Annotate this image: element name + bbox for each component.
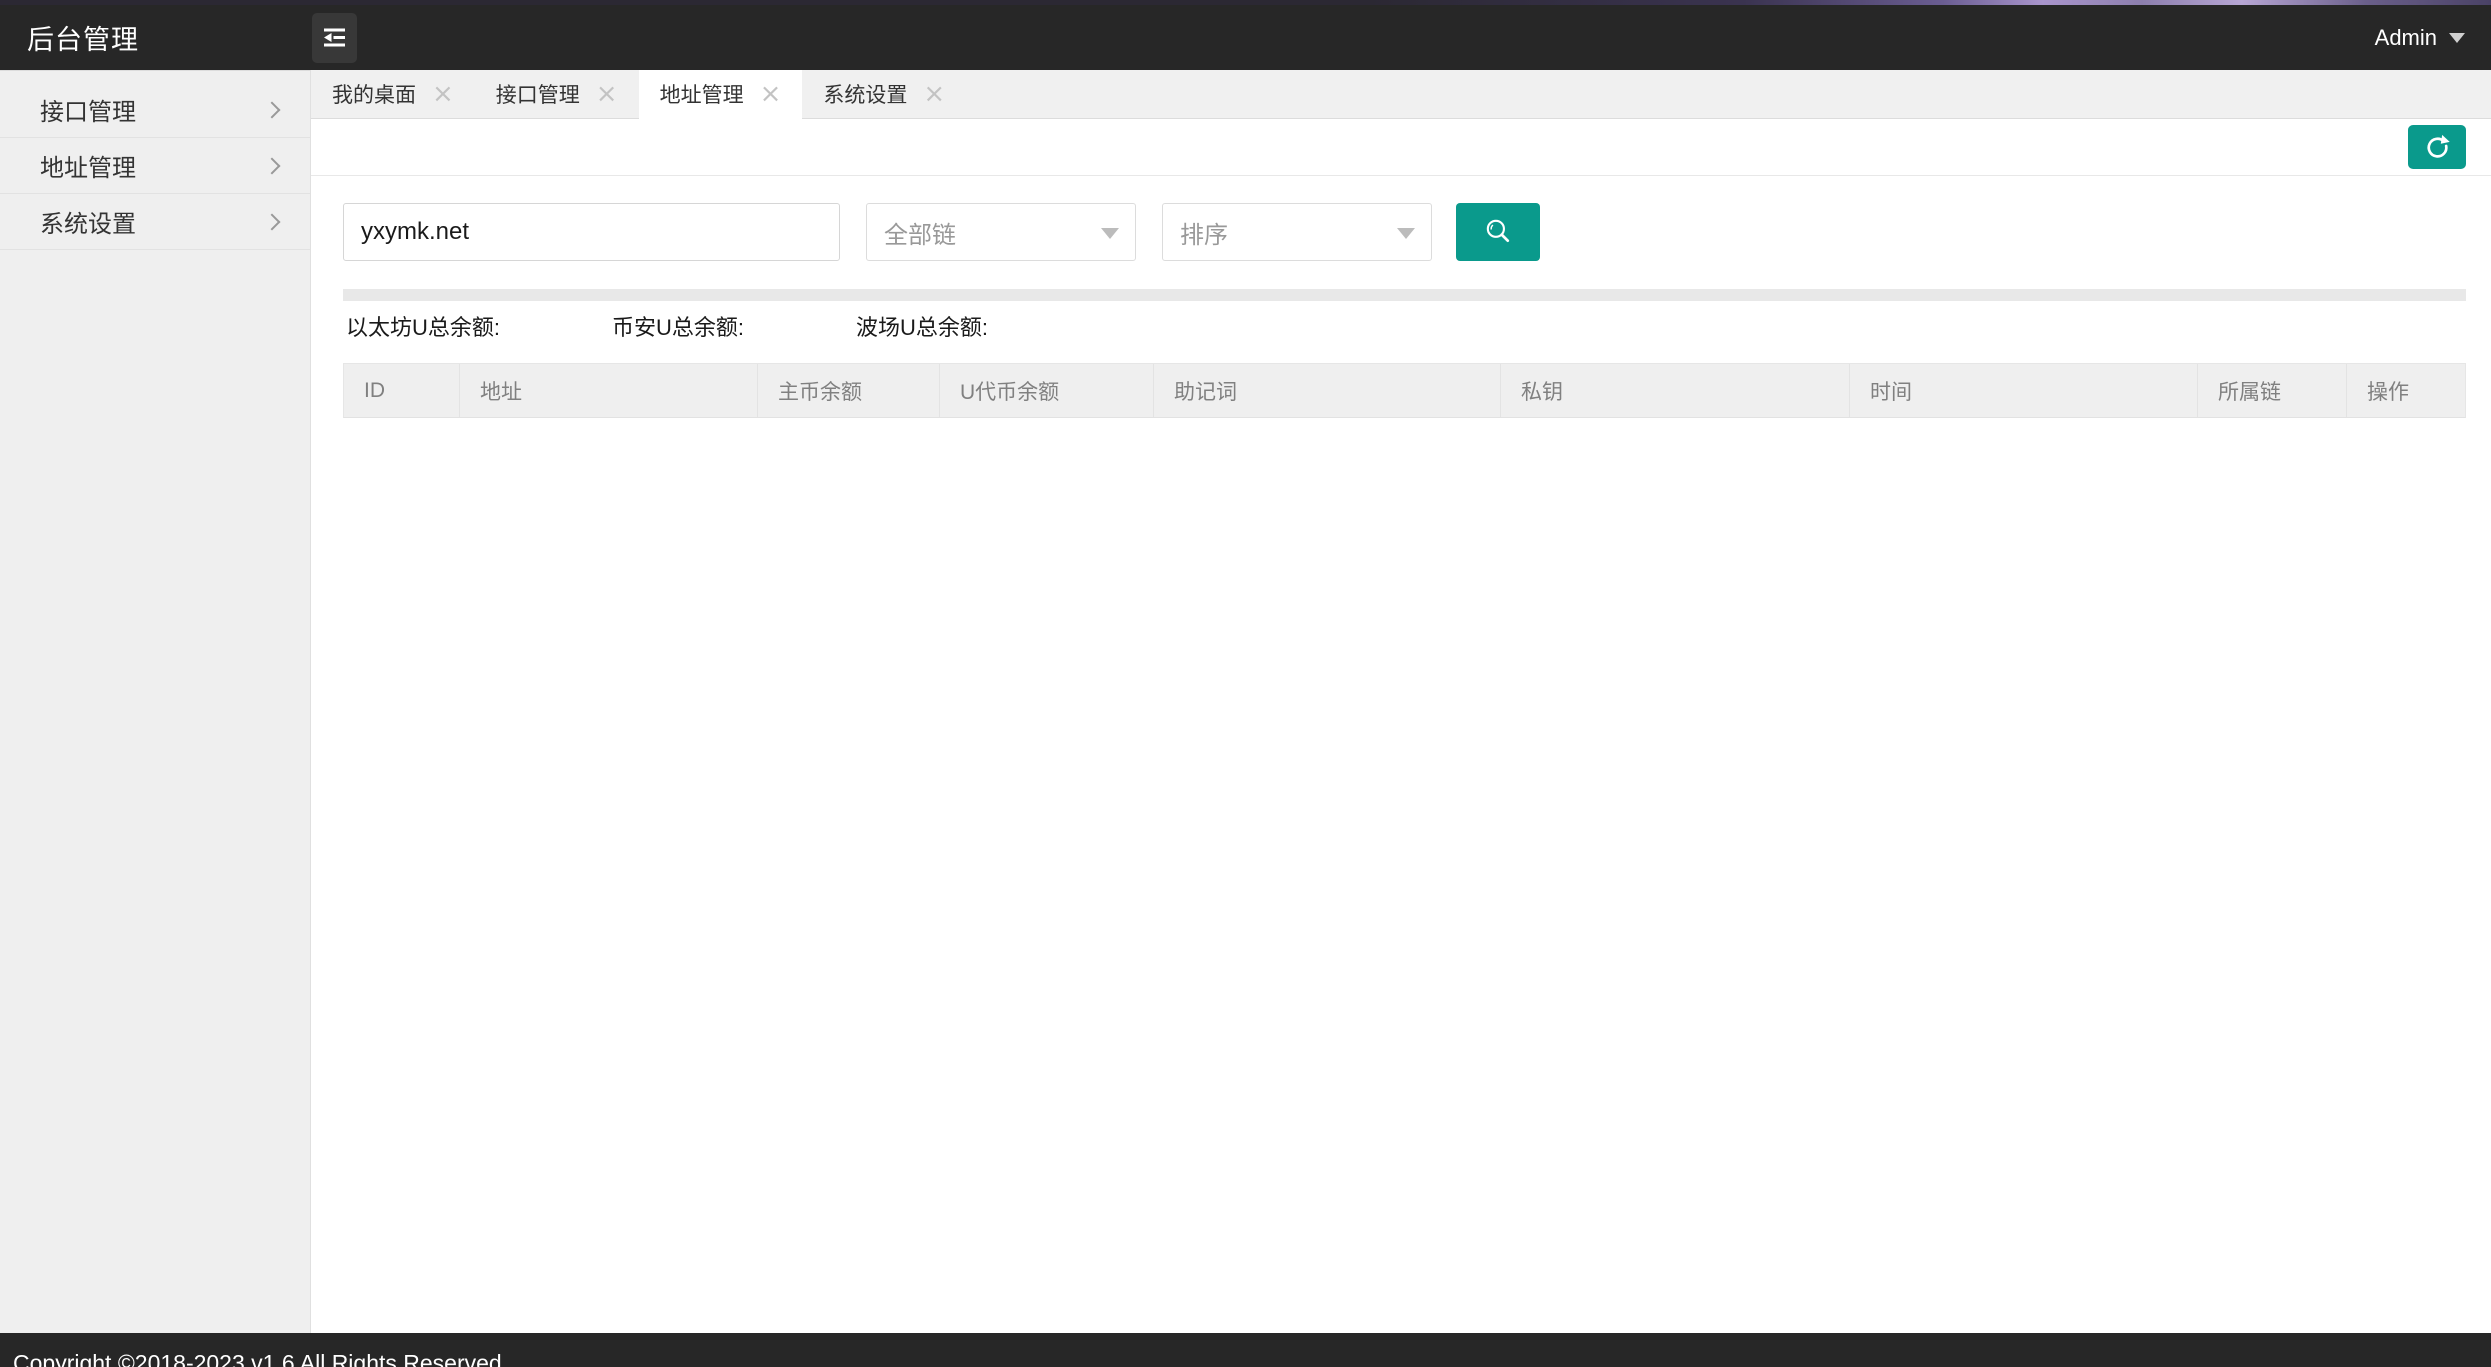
column-header-address: 地址 xyxy=(460,364,758,417)
copyright-text: Copyright ©2018-2023 v1.6 All Rights Res… xyxy=(0,1333,2491,1367)
table-header-row: ID 地址 主币余额 U代币余额 助记词 私钥 时间 所属链 操作 xyxy=(344,364,2465,417)
eth-balance-label: 以太坊U总余额: xyxy=(346,310,500,342)
refresh-button[interactable] xyxy=(2408,125,2466,169)
column-header-private-key: 私钥 xyxy=(1501,364,1850,417)
column-header-chain: 所属链 xyxy=(2198,364,2347,417)
column-header-id: ID xyxy=(344,364,460,417)
app-header: 后台管理 Admin xyxy=(0,5,2491,70)
balance-summary: 以太坊U总余额: 币安U总余额: 波场U总余额: xyxy=(346,310,2466,342)
tab-label: 我的桌面 xyxy=(332,79,416,109)
caret-down-icon xyxy=(1397,228,1415,239)
close-icon[interactable]: × xyxy=(432,81,454,107)
close-icon[interactable]: × xyxy=(760,81,782,107)
app-title: 后台管理 xyxy=(0,18,311,57)
sidebar-item-label: 地址管理 xyxy=(40,148,136,183)
sidebar-item-label: 系统设置 xyxy=(40,204,136,239)
sidebar-item-interface-management[interactable]: 接口管理 xyxy=(0,82,310,138)
content-toolbar xyxy=(311,119,2491,176)
close-icon[interactable]: × xyxy=(923,81,945,107)
sidebar-item-label: 接口管理 xyxy=(40,92,136,127)
app-footer: Copyright ©2018-2023 v1.6 All Rights Res… xyxy=(0,1333,2491,1367)
magnifier-icon xyxy=(1480,214,1516,250)
page-content: 全部链 排序 xyxy=(311,119,2491,1333)
right-column: 我的桌面 × 接口管理 × 地址管理 × 系统设置 × xyxy=(311,70,2491,1333)
tron-balance-value xyxy=(994,310,1004,342)
column-header-main-balance: 主币余额 xyxy=(758,364,940,417)
sidebar-item-address-management[interactable]: 地址管理 xyxy=(0,138,310,194)
chevron-right-icon xyxy=(264,213,281,230)
column-header-u-token-balance: U代币余额 xyxy=(940,364,1154,417)
tab-interface-management[interactable]: 接口管理 × xyxy=(475,70,639,119)
indent-collapse-icon xyxy=(321,24,348,51)
close-icon[interactable]: × xyxy=(596,81,618,107)
tab-label: 系统设置 xyxy=(823,79,907,109)
tab-label: 地址管理 xyxy=(660,79,744,109)
chain-select-value: 全部链 xyxy=(884,215,956,250)
sort-select[interactable]: 排序 xyxy=(1162,203,1432,261)
refresh-icon xyxy=(2422,132,2453,163)
tron-balance-label: 波场U总余额: xyxy=(856,310,988,342)
filter-row: 全部链 排序 xyxy=(343,203,2466,261)
bsc-balance-value xyxy=(750,310,760,342)
user-menu[interactable]: Admin xyxy=(2375,25,2465,51)
sort-select-value: 排序 xyxy=(1180,215,1228,250)
column-header-operation: 操作 xyxy=(2347,364,2465,417)
tab-address-management[interactable]: 地址管理 × xyxy=(639,70,803,119)
bsc-balance: 币安U总余额: xyxy=(612,310,760,342)
bsc-balance-label: 币安U总余额: xyxy=(612,310,744,342)
search-button[interactable] xyxy=(1456,203,1540,261)
main-area: 接口管理 地址管理 系统设置 我的桌面 × 接口管理 × 地址管理 × xyxy=(0,70,2491,1333)
chevron-right-icon xyxy=(264,101,281,118)
tab-label: 接口管理 xyxy=(496,79,580,109)
tron-balance: 波场U总余额: xyxy=(856,310,1004,342)
eth-balance: 以太坊U总余额: xyxy=(346,310,516,342)
tab-my-desktop[interactable]: 我的桌面 × xyxy=(311,70,475,119)
tab-bar: 我的桌面 × 接口管理 × 地址管理 × 系统设置 × xyxy=(311,70,2491,119)
search-input[interactable] xyxy=(343,203,840,261)
sidebar-item-system-settings[interactable]: 系统设置 xyxy=(0,194,310,250)
tabbar-filler xyxy=(966,70,2491,119)
caret-down-icon xyxy=(2449,33,2465,43)
sidebar-nav: 接口管理 地址管理 系统设置 xyxy=(0,70,311,1333)
address-table: ID 地址 主币余额 U代币余额 助记词 私钥 时间 所属链 操作 xyxy=(343,363,2466,418)
collapsed-panel-strip xyxy=(343,289,2466,301)
chevron-right-icon xyxy=(264,157,281,174)
chain-select[interactable]: 全部链 xyxy=(866,203,1136,261)
eth-balance-value xyxy=(506,310,516,342)
user-name: Admin xyxy=(2375,25,2437,51)
caret-down-icon xyxy=(1101,228,1119,239)
tab-system-settings[interactable]: 系统设置 × xyxy=(802,70,966,119)
sidebar-collapse-button[interactable] xyxy=(312,13,357,63)
column-header-time: 时间 xyxy=(1850,364,2198,417)
column-header-mnemonic: 助记词 xyxy=(1154,364,1501,417)
